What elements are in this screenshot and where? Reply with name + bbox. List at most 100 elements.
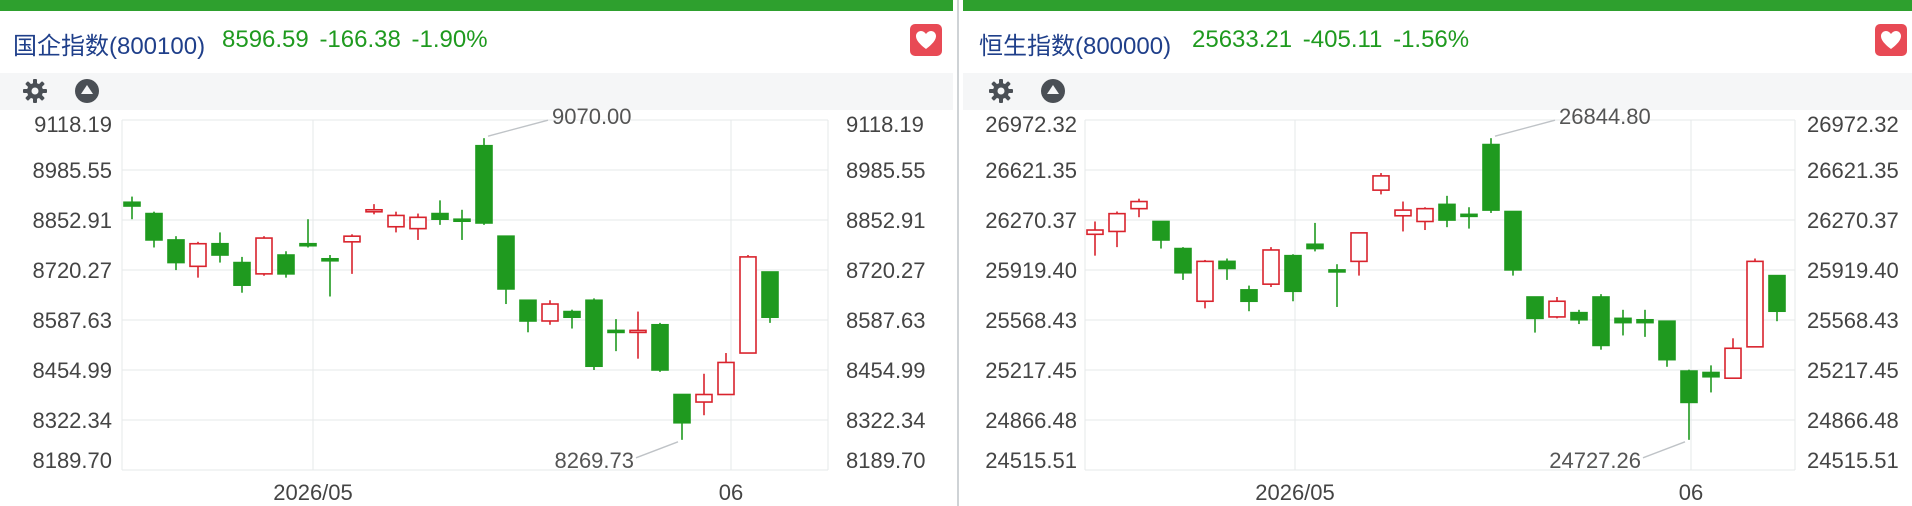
y-tick-label-right: 8189.70: [846, 448, 926, 473]
candle-body: [541, 303, 559, 322]
candle-body: [1152, 220, 1170, 241]
candle-body: [409, 216, 427, 230]
y-tick-label-right: 8852.91: [846, 208, 926, 233]
candle-body: [1130, 200, 1148, 210]
candle: [233, 256, 251, 293]
candle: [277, 251, 295, 278]
candle-body: [1504, 210, 1522, 271]
candle: [1636, 309, 1654, 337]
candle: [123, 196, 141, 220]
candle-body: [1328, 269, 1346, 273]
candle-body: [277, 254, 295, 275]
y-tick-label-left: 8454.99: [32, 358, 112, 383]
candle-body: [1460, 213, 1478, 218]
candle-body: [431, 212, 449, 221]
candle-body: [1372, 175, 1390, 191]
candle: [1218, 258, 1236, 280]
min-annotation-label: 24727.26: [1549, 448, 1641, 473]
candle-body: [1350, 232, 1368, 263]
candle: [211, 232, 229, 263]
candle-body: [1196, 260, 1214, 303]
candle-body: [1306, 243, 1324, 250]
candle-body: [233, 261, 251, 286]
candle-body: [717, 361, 735, 396]
max-annotation-label: 26844.80: [1559, 104, 1651, 129]
candle-body: [299, 242, 317, 247]
candle: [563, 309, 581, 329]
candle: [1768, 274, 1786, 322]
candle-body: [1240, 289, 1258, 303]
candle-body: [739, 256, 757, 354]
y-tick-label-left: 25568.43: [985, 308, 1077, 333]
y-tick-label-left: 9118.19: [34, 112, 112, 137]
candle-body: [519, 299, 537, 322]
x-tick-label: 2026/05: [273, 480, 353, 505]
candle: [255, 236, 273, 276]
candle-body: [1108, 212, 1126, 233]
candle: [1526, 296, 1544, 333]
candle-body: [1086, 229, 1104, 236]
candle: [1108, 211, 1126, 248]
candle: [1592, 294, 1610, 350]
min-annotation-line: [635, 441, 679, 459]
candle-body: [1702, 371, 1720, 378]
candle: [1438, 195, 1456, 228]
candle-body: [255, 237, 273, 275]
y-tick-label-right: 8322.34: [846, 408, 926, 433]
candle: [761, 271, 779, 323]
y-tick-label-right: 24515.51: [1807, 448, 1899, 473]
candle-body: [1218, 260, 1236, 270]
candle-body: [673, 393, 691, 424]
y-tick-label-left: 25217.45: [985, 358, 1077, 383]
candle: [1130, 198, 1148, 218]
candle: [695, 373, 713, 416]
candle-body: [1394, 209, 1412, 217]
candle: [409, 213, 427, 240]
candle-body: [497, 235, 515, 290]
candle: [1482, 138, 1500, 213]
panel-divider-line: [957, 0, 959, 506]
candle-body: [761, 271, 779, 319]
candle-body: [1262, 249, 1280, 285]
candle: [1614, 309, 1632, 336]
candle: [475, 138, 493, 225]
x-tick-label: 2026/05: [1255, 480, 1335, 505]
candle-body: [1438, 203, 1456, 221]
candle-body: [1548, 300, 1566, 318]
candle: [1350, 232, 1368, 276]
candle: [1196, 259, 1214, 309]
candle-body: [1680, 370, 1698, 404]
candle-body: [387, 214, 405, 228]
candle: [1658, 320, 1676, 367]
candle-body: [607, 329, 625, 334]
candle: [1372, 173, 1390, 195]
candle: [1702, 365, 1720, 393]
min-annotation-label: 8269.73: [554, 448, 634, 473]
candle: [299, 219, 317, 248]
candle-body: [1416, 207, 1434, 223]
candle-body: [211, 242, 229, 256]
y-tick-label-right: 8587.63: [846, 308, 926, 333]
candle-body: [1482, 143, 1500, 211]
max-annotation-line: [1494, 119, 1556, 137]
candle-body: [145, 212, 163, 241]
candle-body: [453, 218, 471, 223]
candle-body: [365, 208, 383, 213]
candle-body: [1724, 347, 1742, 379]
candle: [1328, 264, 1346, 307]
candle: [1680, 369, 1698, 440]
y-tick-label-right: 25568.43: [1807, 308, 1899, 333]
candle-body: [475, 144, 493, 224]
max-annotation-label: 9070.00: [552, 104, 632, 129]
candle-body: [1284, 254, 1302, 293]
candle: [431, 200, 449, 225]
candle: [1240, 285, 1258, 312]
candle: [387, 211, 405, 233]
candle: [1306, 222, 1324, 252]
y-tick-label-right: 8985.55: [846, 158, 926, 183]
y-tick-label-right: 24866.48: [1807, 408, 1899, 433]
candle: [1086, 221, 1104, 256]
candle-body: [123, 201, 141, 207]
candle: [1416, 207, 1434, 231]
candle-body: [1636, 318, 1654, 324]
